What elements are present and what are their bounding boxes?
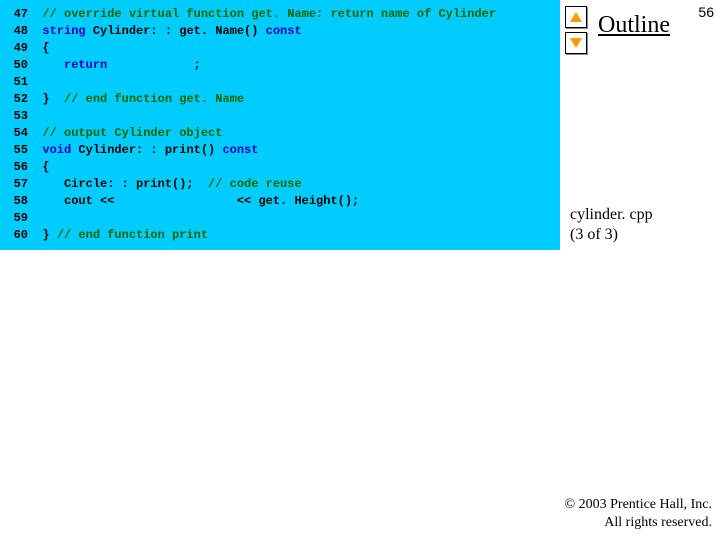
line-number: 57 (6, 176, 28, 193)
page-number: 56 (698, 4, 714, 20)
line-number: 53 (6, 108, 28, 125)
line-number: 56 (6, 159, 28, 176)
code-text: cout << << get. Height(); (42, 194, 359, 208)
code-text: } (42, 92, 64, 106)
line-number: 54 (6, 125, 28, 142)
code-text: ; (107, 58, 201, 72)
code-comment: // override virtual function get. Name: … (42, 7, 496, 21)
line-number: 55 (6, 142, 28, 159)
line-number: 51 (6, 74, 28, 91)
code-keyword: void (42, 143, 71, 157)
line-number: 49 (6, 40, 28, 57)
code-text: Cylinder: : get. Name() (86, 24, 266, 38)
line-number: 52 (6, 91, 28, 108)
code-comment: // end function print (57, 228, 208, 242)
code-text: { (42, 160, 49, 174)
code-keyword: return (64, 58, 107, 72)
code-block: 47 // override virtual function get. Nam… (0, 0, 560, 250)
line-number: 60 (6, 227, 28, 244)
rights-line: All rights reserved. (565, 514, 713, 532)
triangle-up-icon (570, 12, 582, 22)
footer: © 2003 Prentice Hall, Inc. All rights re… (565, 496, 713, 532)
code-text: Circle: : print(); (42, 177, 208, 191)
file-part: (3 of 3) (570, 225, 653, 245)
prev-button[interactable] (565, 6, 587, 28)
line-number: 50 (6, 57, 28, 74)
line-number: 59 (6, 210, 28, 227)
code-comment: // code reuse (208, 177, 302, 191)
triangle-down-icon (570, 38, 582, 48)
code-text: } (42, 228, 56, 242)
code-keyword: string (42, 24, 85, 38)
file-name: cylinder. cpp (570, 205, 653, 225)
outline-link[interactable]: Outline (598, 12, 670, 39)
nav-buttons (565, 6, 587, 54)
code-comment: // output Cylinder object (42, 126, 222, 140)
code-comment: // end function get. Name (64, 92, 244, 106)
line-number: 47 (6, 6, 28, 23)
line-number: 48 (6, 23, 28, 40)
next-button[interactable] (565, 32, 587, 54)
file-label: cylinder. cpp (3 of 3) (570, 205, 653, 245)
code-keyword: const (266, 24, 302, 38)
line-number: 58 (6, 193, 28, 210)
copyright-line: © 2003 Prentice Hall, Inc. (565, 496, 713, 514)
code-text (42, 58, 64, 72)
code-text: Cylinder: : print() (71, 143, 222, 157)
code-keyword: const (222, 143, 258, 157)
code-text: { (42, 41, 49, 55)
